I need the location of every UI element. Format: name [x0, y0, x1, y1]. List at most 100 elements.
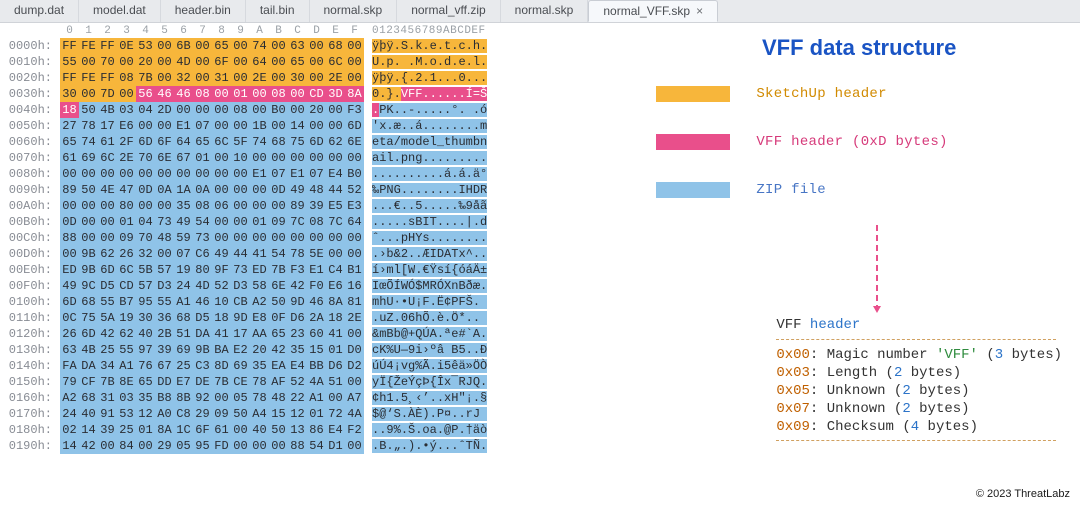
byte[interactable]: 69 — [174, 342, 193, 358]
byte[interactable]: 14 — [288, 118, 307, 134]
byte[interactable]: 67 — [174, 150, 193, 166]
byte[interactable]: 72 — [326, 406, 345, 422]
byte[interactable]: 2E — [326, 70, 345, 86]
byte[interactable]: 5E — [307, 246, 326, 262]
byte[interactable]: 05 — [231, 390, 250, 406]
byte[interactable]: 12 — [136, 406, 155, 422]
byte[interactable]: 00 — [212, 86, 231, 102]
byte[interactable]: 00 — [79, 230, 98, 246]
byte[interactable]: 00 — [326, 246, 345, 262]
byte[interactable]: DA — [193, 326, 212, 342]
byte[interactable]: 00 — [193, 70, 212, 86]
byte[interactable]: 57 — [136, 278, 155, 294]
byte[interactable]: 54 — [193, 214, 212, 230]
byte[interactable]: 30 — [60, 86, 79, 102]
byte[interactable]: 00 — [288, 150, 307, 166]
byte[interactable]: 48 — [155, 230, 174, 246]
byte[interactable]: 00 — [345, 246, 364, 262]
byte[interactable]: A1 — [174, 294, 193, 310]
byte[interactable]: FD — [212, 438, 231, 454]
byte[interactable]: 78 — [288, 246, 307, 262]
byte[interactable]: 65 — [212, 38, 231, 54]
byte[interactable]: 16 — [345, 278, 364, 294]
byte[interactable]: 19 — [117, 310, 136, 326]
byte[interactable]: 70 — [136, 150, 155, 166]
byte[interactable]: 64 — [174, 134, 193, 150]
byte[interactable]: 00 — [231, 438, 250, 454]
byte[interactable]: E4 — [326, 422, 345, 438]
byte[interactable]: 04 — [136, 102, 155, 118]
byte[interactable]: 00 — [269, 38, 288, 54]
byte[interactable]: 68 — [79, 294, 98, 310]
byte[interactable]: E8 — [250, 310, 269, 326]
byte[interactable]: 69 — [231, 358, 250, 374]
byte[interactable]: 06 — [212, 198, 231, 214]
tab-normal-vff-skp[interactable]: normal_VFF.skp× — [588, 0, 718, 22]
byte[interactable]: 00 — [231, 70, 250, 86]
byte[interactable]: 1A — [174, 182, 193, 198]
byte[interactable]: 20 — [307, 102, 326, 118]
byte[interactable]: 4A — [345, 406, 364, 422]
byte[interactable]: 13 — [288, 422, 307, 438]
byte[interactable]: 4D — [174, 54, 193, 70]
byte[interactable]: 18 — [326, 310, 345, 326]
byte[interactable]: 00 — [231, 214, 250, 230]
byte[interactable]: 00 — [193, 38, 212, 54]
byte[interactable]: 42 — [98, 326, 117, 342]
byte[interactable]: 6D — [98, 262, 117, 278]
byte[interactable]: 78 — [250, 390, 269, 406]
byte[interactable]: 00 — [269, 150, 288, 166]
byte[interactable]: 6C — [326, 54, 345, 70]
byte[interactable]: 55 — [117, 342, 136, 358]
byte[interactable]: 95 — [193, 438, 212, 454]
byte[interactable]: 41 — [250, 246, 269, 262]
byte[interactable]: 30 — [288, 70, 307, 86]
byte[interactable]: 2E — [250, 70, 269, 86]
byte[interactable]: 02 — [60, 422, 79, 438]
byte[interactable]: 15 — [269, 406, 288, 422]
byte[interactable]: E1 — [288, 166, 307, 182]
byte[interactable]: 6D — [79, 326, 98, 342]
byte[interactable]: 00 — [345, 438, 364, 454]
byte[interactable]: 49 — [174, 214, 193, 230]
byte[interactable]: 00 — [345, 326, 364, 342]
byte[interactable]: 32 — [174, 70, 193, 86]
byte[interactable]: 08 — [193, 86, 212, 102]
byte[interactable]: 9B — [79, 246, 98, 262]
byte[interactable]: BA — [212, 342, 231, 358]
byte[interactable]: 88 — [60, 230, 79, 246]
byte[interactable]: 00 — [79, 166, 98, 182]
byte[interactable]: 09 — [269, 214, 288, 230]
byte[interactable]: 00 — [117, 86, 136, 102]
byte[interactable]: A2 — [60, 390, 79, 406]
byte[interactable]: 65 — [269, 326, 288, 342]
byte[interactable]: 10 — [231, 150, 250, 166]
byte[interactable]: 00 — [212, 150, 231, 166]
byte[interactable]: 6D — [136, 134, 155, 150]
byte[interactable]: 8A — [326, 294, 345, 310]
byte[interactable]: 08 — [307, 214, 326, 230]
byte[interactable]: 00 — [193, 54, 212, 70]
byte[interactable]: D1 — [326, 438, 345, 454]
byte[interactable]: C4 — [326, 262, 345, 278]
byte[interactable]: 18 — [60, 102, 79, 118]
byte[interactable]: 00 — [79, 54, 98, 70]
byte[interactable]: 6F — [155, 134, 174, 150]
byte[interactable]: 51 — [326, 374, 345, 390]
byte[interactable]: 14 — [79, 422, 98, 438]
byte[interactable]: 50 — [269, 422, 288, 438]
byte[interactable]: 00 — [231, 198, 250, 214]
tab-normal-skp[interactable]: normal.skp — [501, 0, 589, 22]
byte[interactable]: 7B — [269, 262, 288, 278]
byte[interactable]: 08 — [269, 86, 288, 102]
byte[interactable]: 00 — [60, 198, 79, 214]
byte[interactable]: 00 — [136, 118, 155, 134]
byte[interactable]: 03 — [117, 102, 136, 118]
byte[interactable]: 25 — [117, 422, 136, 438]
byte[interactable]: 42 — [288, 278, 307, 294]
byte[interactable]: 5A — [98, 310, 117, 326]
byte[interactable]: 20 — [136, 54, 155, 70]
byte[interactable]: CE — [231, 374, 250, 390]
byte[interactable]: 00 — [212, 118, 231, 134]
byte[interactable]: 17 — [231, 326, 250, 342]
